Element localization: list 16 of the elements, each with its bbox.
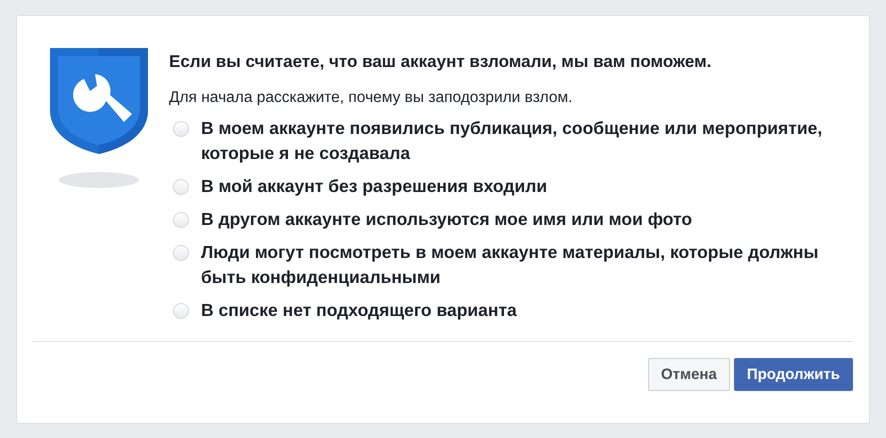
radio-button[interactable]: [173, 245, 189, 261]
option-label[interactable]: В другом аккаунте используются мое имя или мои фото: [201, 207, 841, 232]
dialog-subtitle: Для начала расскажите, почему вы заподозрили взлом.: [169, 88, 574, 108]
radio-button[interactable]: [173, 212, 189, 228]
radio-button[interactable]: [173, 179, 189, 195]
shadow-icon: [59, 172, 139, 188]
cancel-button[interactable]: Отмена: [648, 358, 730, 391]
option-label[interactable]: В мой аккаунт без разрешения входили: [201, 174, 841, 199]
radio-button[interactable]: [173, 303, 189, 319]
option-label[interactable]: В списке нет подходящего варианта: [201, 298, 841, 323]
option-label[interactable]: В моем аккаунте появились публикация, сообщение или мероприятие, которые я не создавала: [201, 116, 841, 166]
radio-button[interactable]: [173, 121, 189, 137]
continue-button[interactable]: Продолжить: [734, 358, 853, 391]
dialog-title: Если вы считаете, что ваш аккаунт взломали, мы вам поможем.: [169, 51, 712, 73]
shield-wrench-icon: [50, 48, 148, 154]
option-label[interactable]: Люди могут посмотреть в моем аккаунте материалы, которые должны быть конфиденциальными: [201, 240, 841, 290]
